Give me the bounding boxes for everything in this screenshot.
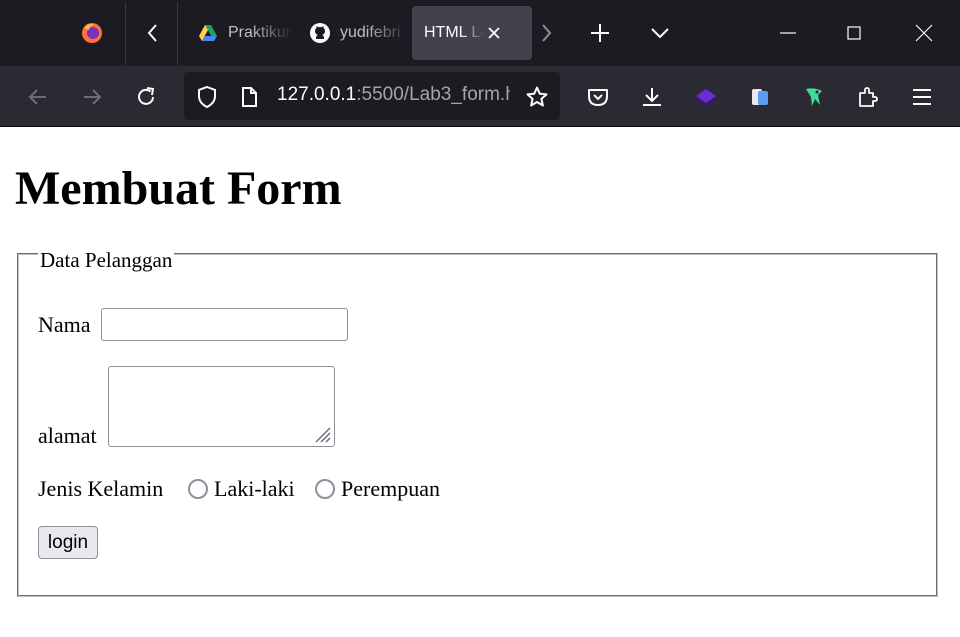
mascot-extension-icon[interactable] (802, 85, 826, 109)
tab-scroll-right-icon[interactable] (534, 21, 558, 45)
tab-html-lab3[interactable]: HTML Lab3 (412, 6, 532, 60)
resize-grip-icon[interactable] (311, 423, 331, 443)
web-page: Membuat Form Data Pelanggan Nama alamat … (0, 127, 960, 637)
page-heading: Membuat Form (15, 162, 342, 215)
github-icon (310, 23, 330, 43)
tab-label: yudifebri (340, 24, 401, 41)
gender-label: Jenis Kelamin (38, 476, 164, 501)
layers-extension-icon[interactable] (694, 85, 718, 109)
tab-separator (125, 2, 126, 65)
maximize-icon[interactable] (842, 21, 866, 45)
radio-label-perempuan: Perempuan (341, 476, 440, 501)
nama-label: Nama (38, 312, 91, 337)
new-tab-icon[interactable] (588, 21, 612, 45)
pocket-icon[interactable] (586, 85, 610, 109)
extension-cards-icon[interactable] (748, 85, 772, 109)
google-drive-icon (199, 25, 217, 41)
radio-label-laki-laki: Laki-laki (214, 476, 295, 501)
downloads-icon[interactable] (640, 85, 664, 109)
back-icon[interactable] (26, 85, 50, 109)
login-button[interactable]: login (38, 526, 98, 559)
alamat-textarea[interactable] (108, 366, 335, 447)
close-tab-icon[interactable] (486, 25, 502, 41)
fieldset-legend: Data Pelanggan (38, 246, 175, 274)
list-all-tabs-icon[interactable] (648, 21, 672, 45)
reload-icon[interactable] (134, 85, 158, 109)
tab-praktikum[interactable]: Praktikum (186, 6, 294, 60)
alamat-label: alamat (38, 423, 97, 448)
firefox-view-icon[interactable] (80, 21, 104, 45)
radio-perempuan[interactable] (315, 479, 335, 499)
hamburger-menu-icon[interactable] (910, 85, 934, 109)
tab-label: Praktikum (228, 24, 294, 41)
radio-laki-laki[interactable] (188, 479, 208, 499)
url-path: :5500/Lab3_form.html (356, 84, 510, 105)
tab-github[interactable]: yudifebri (298, 6, 410, 60)
shield-icon[interactable] (195, 85, 219, 109)
nama-input[interactable] (101, 308, 348, 341)
close-window-icon[interactable] (912, 21, 936, 45)
extensions-puzzle-icon[interactable] (856, 85, 880, 109)
forward-icon[interactable] (80, 85, 104, 109)
tab-scroll-left-icon[interactable] (141, 21, 165, 45)
url-text[interactable]: 127.0.0.1:5500/Lab3_form.html (277, 84, 510, 106)
url-host: 127.0.0.1 (277, 84, 357, 105)
bookmark-star-icon[interactable] (525, 85, 549, 109)
tab-label: HTML Lab3 (424, 24, 484, 41)
minimize-icon[interactable] (776, 21, 800, 45)
tab-separator (177, 2, 178, 65)
page-icon[interactable] (237, 85, 261, 109)
